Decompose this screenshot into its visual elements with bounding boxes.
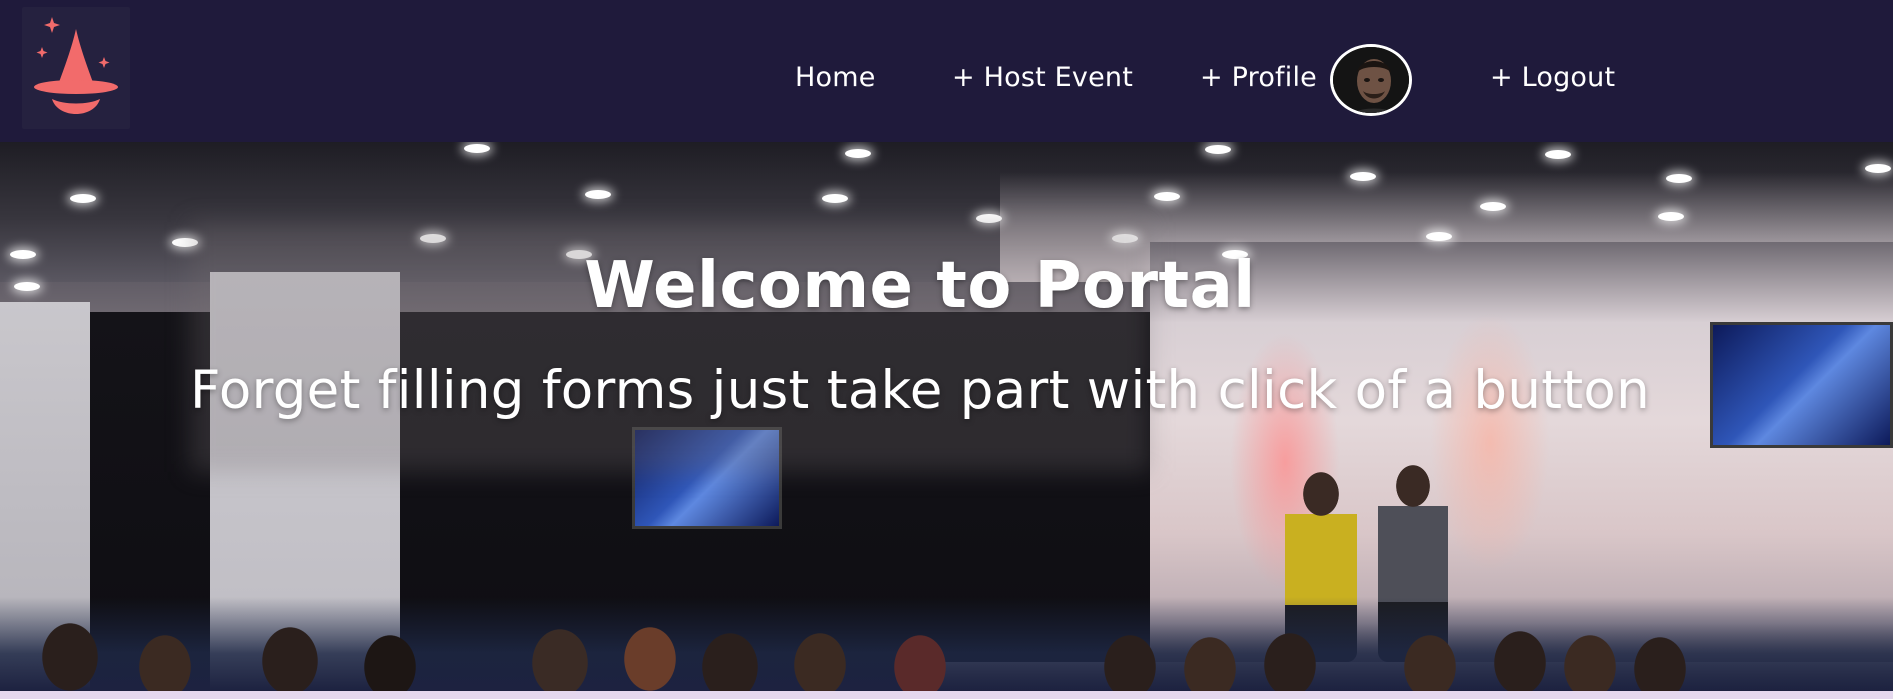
nav-links: Home + Host Event + Profile + Logout bbox=[0, 0, 1893, 142]
hero-title: Welcome to Portal bbox=[584, 249, 1256, 323]
nav-logout-link[interactable]: + Logout bbox=[1490, 62, 1615, 94]
ceiling-light bbox=[845, 149, 871, 158]
audience bbox=[0, 597, 1893, 691]
stage-light-glow bbox=[1430, 312, 1550, 572]
nav-home-link[interactable]: Home bbox=[795, 62, 876, 94]
bottom-strip bbox=[0, 691, 1893, 699]
ceiling-light bbox=[1865, 164, 1891, 173]
ceiling-light bbox=[1666, 174, 1692, 183]
ceiling-light bbox=[1350, 172, 1376, 181]
top-navbar: Home + Host Event + Profile + Logout bbox=[0, 0, 1893, 142]
ceiling-light bbox=[1480, 202, 1506, 211]
nav-profile-link[interactable]: + Profile bbox=[1200, 62, 1317, 94]
ceiling-light bbox=[1658, 212, 1684, 221]
ceiling-light bbox=[70, 194, 96, 203]
ceiling-light bbox=[1426, 232, 1452, 241]
user-avatar[interactable] bbox=[1330, 44, 1412, 116]
ceiling-light bbox=[1154, 192, 1180, 201]
nav-host-event-link[interactable]: + Host Event bbox=[952, 62, 1133, 94]
ceiling-light bbox=[1545, 150, 1571, 159]
ceiling-light bbox=[822, 194, 848, 203]
hero-section: Welcome to Portal Forget filling forms j… bbox=[0, 142, 1893, 691]
ceiling-light bbox=[1205, 145, 1231, 154]
ceiling-light bbox=[464, 144, 490, 153]
hero-subtitle: Forget filling forms just take part with… bbox=[189, 360, 1651, 421]
ceiling-light bbox=[585, 190, 611, 199]
avatar-photo-icon bbox=[1333, 47, 1409, 113]
